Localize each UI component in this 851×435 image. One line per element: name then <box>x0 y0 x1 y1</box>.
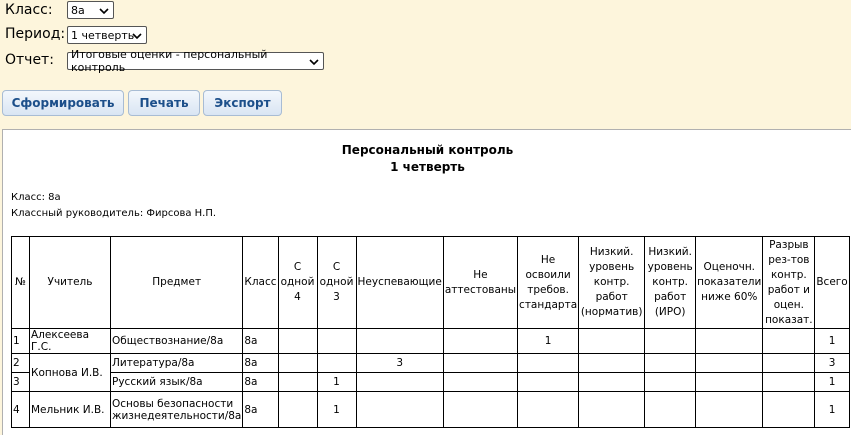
row-teacher: Алексеева Г.С. <box>29 328 111 354</box>
row-failing <box>355 372 444 392</box>
row-one3: 1 <box>316 372 357 392</box>
col-one4: С одной 4 <box>277 236 318 329</box>
table-row: 4 Мельник И.В. Основы безопасности жизне… <box>11 391 850 428</box>
report-select[interactable]: Итоговые оценки - персональный контроль <box>67 48 324 74</box>
row-not-mastered <box>517 353 580 373</box>
row-total: 1 <box>814 328 850 354</box>
row-not-attested <box>442 353 519 373</box>
row-num: 1 <box>11 328 30 354</box>
report-table: № Учитель Предмет Класс С одной 4 С одно… <box>11 236 850 428</box>
col-low-iro: Низкий. уровень контр. работ (ИРО) <box>644 236 697 329</box>
col-subject: Предмет <box>109 236 244 329</box>
col-gap: Разрыв рез-тов контр. работ и оцен. пока… <box>762 236 816 329</box>
row-teacher: Мельник И.В. <box>29 391 111 428</box>
report-class-line: Класс: 8а <box>11 192 61 203</box>
row-subject: Литература/8а <box>109 353 244 373</box>
row-not-attested <box>442 328 519 354</box>
row-one3 <box>316 353 357 373</box>
table-row: 1 Алексеева Г.С. Обществознание/8а 8а 1 … <box>11 328 850 354</box>
generate-button[interactable]: Сформировать <box>2 90 124 116</box>
col-one3: С одной 3 <box>316 236 357 329</box>
row-low-norm <box>578 353 646 373</box>
row-not-mastered <box>517 372 580 392</box>
report-teacher-line: Классный руководитель: Фирсова Н.П. <box>11 208 217 219</box>
col-not-attested: Не аттестованы <box>442 236 519 329</box>
print-button[interactable]: Печать <box>128 90 200 116</box>
report-title: Персональный контроль <box>341 143 514 157</box>
row-gap <box>762 372 816 392</box>
row-subject: Обществознание/8а <box>109 328 244 354</box>
row-one4 <box>277 353 318 373</box>
row-not-attested <box>442 372 519 392</box>
row-below60 <box>695 372 764 392</box>
row-class: 8а <box>242 372 279 392</box>
row-one3: 1 <box>316 391 357 428</box>
table-row: 2 Копнова И.В. Литература/8а 8а 3 3 <box>11 353 850 392</box>
report-filter-row: Отчет: <box>5 52 54 68</box>
row-teacher: Копнова И.В. <box>29 353 111 392</box>
row-gap <box>762 328 816 354</box>
row-low-norm <box>578 391 646 428</box>
row-total: 3 <box>814 353 850 373</box>
row-below60 <box>695 353 764 373</box>
col-not-mastered: Не освоили требов. стандарта <box>517 236 580 329</box>
row-low-norm <box>578 328 646 354</box>
row-not-mastered <box>517 391 580 428</box>
row-below60 <box>695 391 764 428</box>
export-button[interactable]: Экспорт <box>203 90 282 116</box>
chevron-down-icon <box>99 8 109 15</box>
row-one3 <box>316 328 357 354</box>
col-failing: Неуспевающие <box>355 236 444 329</box>
report-label: Отчет: <box>5 52 54 68</box>
col-class: Класс <box>242 236 279 329</box>
col-low-norm: Низкий. уровень контр. работ (норматив) <box>578 236 646 329</box>
row-low-iro <box>644 372 697 392</box>
row-low-iro <box>644 328 697 354</box>
row-low-iro <box>644 391 697 428</box>
row-num: 4 <box>11 391 30 428</box>
period-select[interactable]: 1 четверть <box>67 26 147 44</box>
col-below60: Оценочн. показатели ниже 60% <box>695 236 764 329</box>
report-select-value: Итоговые оценки - персональный контроль <box>71 48 268 74</box>
row-failing <box>355 391 444 428</box>
row-low-norm <box>578 372 646 392</box>
row-one4 <box>277 328 318 354</box>
report-panel: Персональный контроль 1 четверть Класс: … <box>2 129 851 435</box>
class-select[interactable]: 8а <box>67 1 114 19</box>
row-class: 8а <box>242 391 279 428</box>
chevron-down-icon <box>132 33 142 40</box>
col-num: № <box>11 236 30 329</box>
row-failing: 3 <box>355 353 444 373</box>
row-num: 3 <box>11 372 30 392</box>
period-select-value: 1 четверть <box>71 28 135 42</box>
row-num: 2 <box>11 353 30 373</box>
class-select-value: 8а <box>71 3 85 17</box>
row-low-iro <box>644 353 697 373</box>
row-one4 <box>277 391 318 428</box>
row-one4 <box>277 372 318 392</box>
row-total: 1 <box>814 372 850 392</box>
row-not-mastered: 1 <box>517 328 580 354</box>
row-subject: Русский язык/8а <box>109 372 244 392</box>
row-class: 8а <box>242 328 279 354</box>
class-filter-row: Класс: <box>5 2 53 18</box>
row-below60 <box>695 328 764 354</box>
class-label: Класс: <box>5 2 53 18</box>
period-filter-row: Период: <box>5 26 65 42</box>
chevron-down-icon <box>309 59 319 66</box>
header-row: № Учитель Предмет Класс С одной 4 С одно… <box>11 236 850 329</box>
row-class: 8а <box>242 353 279 373</box>
row-gap <box>762 353 816 373</box>
row-total: 1 <box>814 391 850 428</box>
period-label: Период: <box>5 26 66 42</box>
col-teacher: Учитель <box>29 236 111 329</box>
col-total: Всего <box>814 236 850 329</box>
row-gap <box>762 391 816 428</box>
report-subtitle: 1 четверть <box>390 160 465 174</box>
row-not-attested <box>442 391 519 428</box>
row-subject: Основы безопасности жизнедеятельности/8а <box>109 391 244 428</box>
row-failing <box>355 328 444 354</box>
table-row: 3 Русский язык/8а 8а 1 1 <box>11 372 850 392</box>
